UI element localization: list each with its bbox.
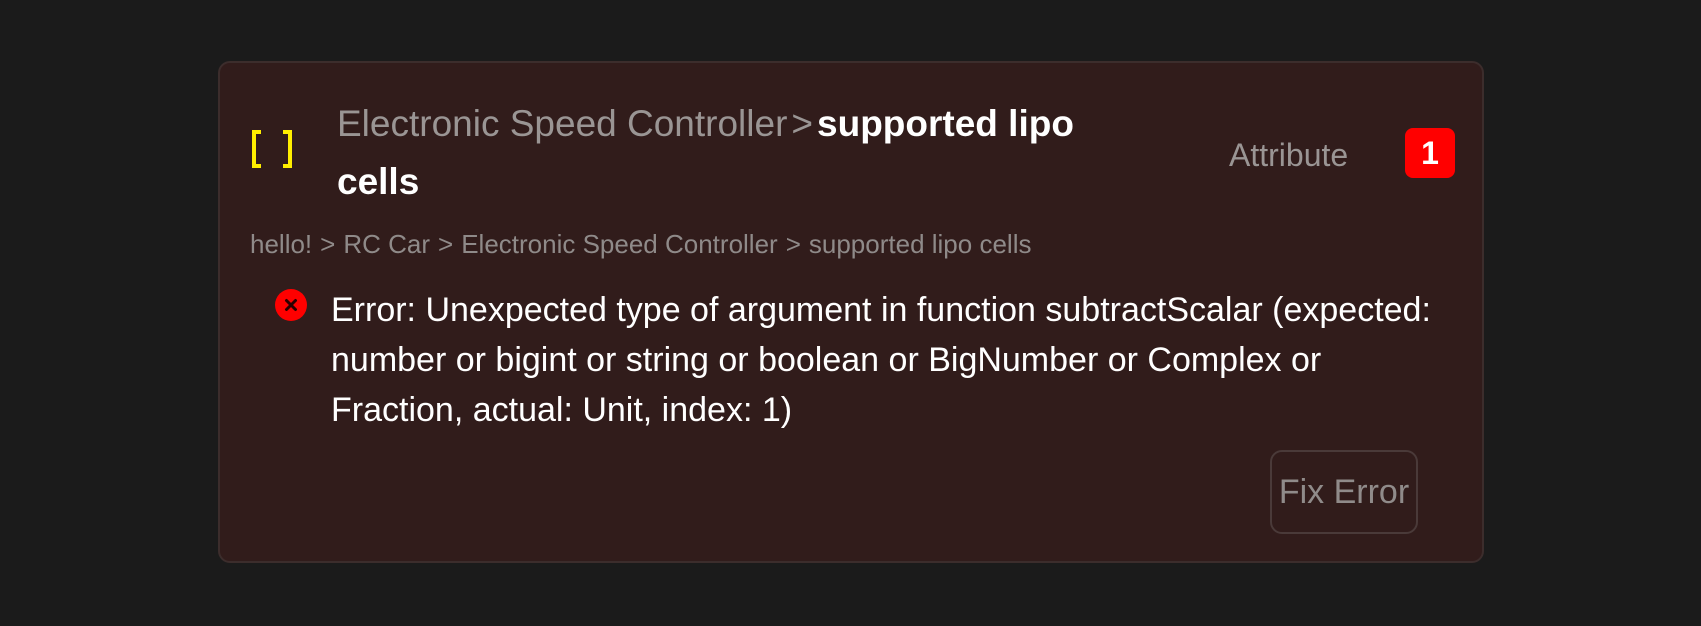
card-title: Electronic Speed Controller > supported li… <box>337 95 1157 211</box>
title-separator: > <box>791 103 814 144</box>
error-count-badge: 1 <box>1405 128 1455 178</box>
title-parent: Electronic Speed Controller <box>337 103 788 144</box>
breadcrumb-separator: > <box>785 229 801 259</box>
breadcrumb-item: Electronic Speed Controller <box>461 229 778 259</box>
kind-label: Attribute <box>1229 137 1349 173</box>
breadcrumb-separator: > <box>438 229 454 259</box>
breadcrumb-item: supported lipo cells <box>808 229 1032 259</box>
breadcrumb: hello! > RC Car > Electronic Speed Controlle… <box>250 227 1031 261</box>
error-card: Electronic Speed Controller > supported li… <box>218 61 1484 563</box>
breadcrumb-item: hello! <box>250 229 313 259</box>
list-brackets-icon <box>252 130 292 168</box>
breadcrumb-separator: > <box>320 229 336 259</box>
fix-error-button[interactable]: Fix Error <box>1270 450 1418 534</box>
error-message: Error: Unexpected type of argument in fu… <box>331 291 1431 429</box>
breadcrumb-item: RC Car <box>343 229 431 259</box>
error-x-circle-icon <box>275 289 307 321</box>
